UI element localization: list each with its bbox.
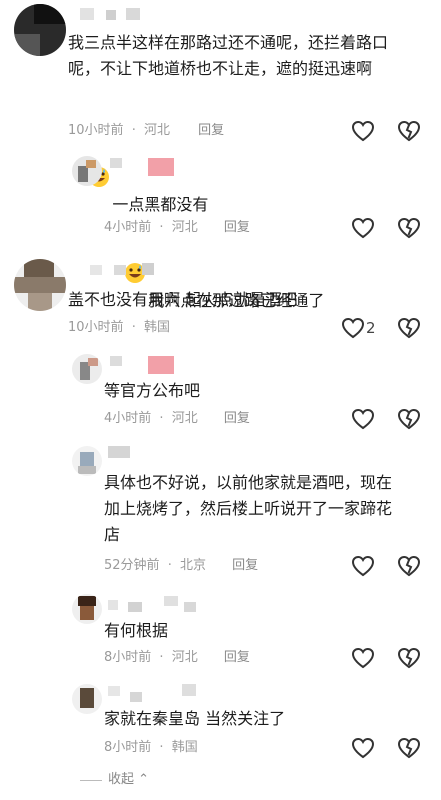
avatar[interactable] xyxy=(72,446,102,476)
username-blurred[interactable] xyxy=(110,356,180,374)
dislike-broken-heart-icon[interactable] xyxy=(396,645,422,671)
dislike-broken-heart-icon[interactable] xyxy=(396,406,422,432)
location: 河北 xyxy=(171,650,198,665)
like-heart-icon[interactable] xyxy=(350,215,376,241)
username-blurred[interactable] xyxy=(108,596,198,612)
comment-meta: 52分钟前 · 北京 回复 xyxy=(104,556,258,576)
reply-button[interactable]: 回复 xyxy=(198,121,224,141)
comment-meta: 4小时前 · 河北 回复 xyxy=(104,218,250,238)
comment-text: 我三点半这样在那路过还不通呢，还拦着路口 呢，不让下地道桥也不让走，遮的挺迅速啊 xyxy=(68,33,389,78)
timestamp: 4小时前 xyxy=(104,220,152,235)
username-blurred[interactable] xyxy=(108,446,148,458)
reply-button[interactable]: 回复 xyxy=(224,409,250,429)
avatar[interactable] xyxy=(72,594,102,624)
comment-meta: 8小时前 · 韩国 xyxy=(104,738,198,758)
comment-text: 我六点在那过路已经通了 xyxy=(104,184,424,340)
comment-meta: 10小时前 · 河北 回复 xyxy=(68,121,224,141)
like-heart-icon[interactable] xyxy=(350,553,376,579)
username-blurred[interactable] xyxy=(80,8,150,20)
dislike-broken-heart-icon[interactable] xyxy=(396,215,422,241)
comment-text: 家就在秦皇岛 当然关注了 xyxy=(104,709,286,728)
username-blurred[interactable] xyxy=(90,263,160,275)
timestamp: 10小时前 xyxy=(68,123,124,138)
comment-meta: 10小时前 · 韩国 xyxy=(68,318,170,338)
avatar[interactable] xyxy=(14,259,66,311)
comment-text: 等官方公布吧 xyxy=(104,381,201,400)
username-blurred[interactable] xyxy=(108,684,208,702)
avatar[interactable] xyxy=(14,4,66,56)
like-heart-icon[interactable] xyxy=(350,645,376,671)
comment-meta: 4小时前 · 河北 回复 xyxy=(104,409,250,429)
avatar[interactable] xyxy=(72,354,102,384)
comment-text: 盖不也没有用啊 起火点就是酒吧 xyxy=(68,290,298,309)
timestamp: 8小时前 xyxy=(104,740,152,755)
dislike-broken-heart-icon[interactable] xyxy=(396,118,422,144)
like-heart-icon[interactable] xyxy=(350,406,376,432)
username-blurred[interactable] xyxy=(110,158,180,176)
dislike-broken-heart-icon[interactable] xyxy=(396,315,422,341)
comment-meta: 8小时前 · 河北 回复 xyxy=(104,648,250,668)
location: 河北 xyxy=(171,220,198,235)
avatar[interactable] xyxy=(72,156,102,186)
location: 韩国 xyxy=(171,740,198,755)
collapse-divider xyxy=(80,780,102,781)
comment-text: 具体也不好说，以前他家就是酒吧，现在 加上烧烤了，然后楼上听说开了一家蹄花 店 xyxy=(104,473,393,544)
like-count: 2 xyxy=(366,319,376,337)
like-heart-icon[interactable] xyxy=(350,118,376,144)
timestamp: 8小时前 xyxy=(104,650,152,665)
reply-button[interactable]: 回复 xyxy=(224,648,250,668)
chevron-up-icon: ⌃ xyxy=(138,772,150,787)
avatar[interactable] xyxy=(72,684,102,714)
reply-button[interactable]: 回复 xyxy=(232,556,258,576)
location: 河北 xyxy=(143,123,170,138)
dislike-broken-heart-icon[interactable] xyxy=(396,735,422,761)
collapse-label: 收起 xyxy=(108,772,135,787)
location: 韩国 xyxy=(143,320,170,335)
like-heart-icon[interactable] xyxy=(340,315,366,341)
reply-button[interactable]: 回复 xyxy=(224,218,250,238)
collapse-button[interactable]: 收起 ⌃ xyxy=(108,768,149,787)
location: 北京 xyxy=(179,558,206,573)
timestamp: 4小时前 xyxy=(104,411,152,426)
dislike-broken-heart-icon[interactable] xyxy=(396,553,422,579)
like-heart-icon[interactable] xyxy=(350,735,376,761)
comment-text: 有何根据 xyxy=(104,621,169,640)
timestamp: 10小时前 xyxy=(68,320,124,335)
location: 河北 xyxy=(171,411,198,426)
timestamp: 52分钟前 xyxy=(104,558,160,573)
